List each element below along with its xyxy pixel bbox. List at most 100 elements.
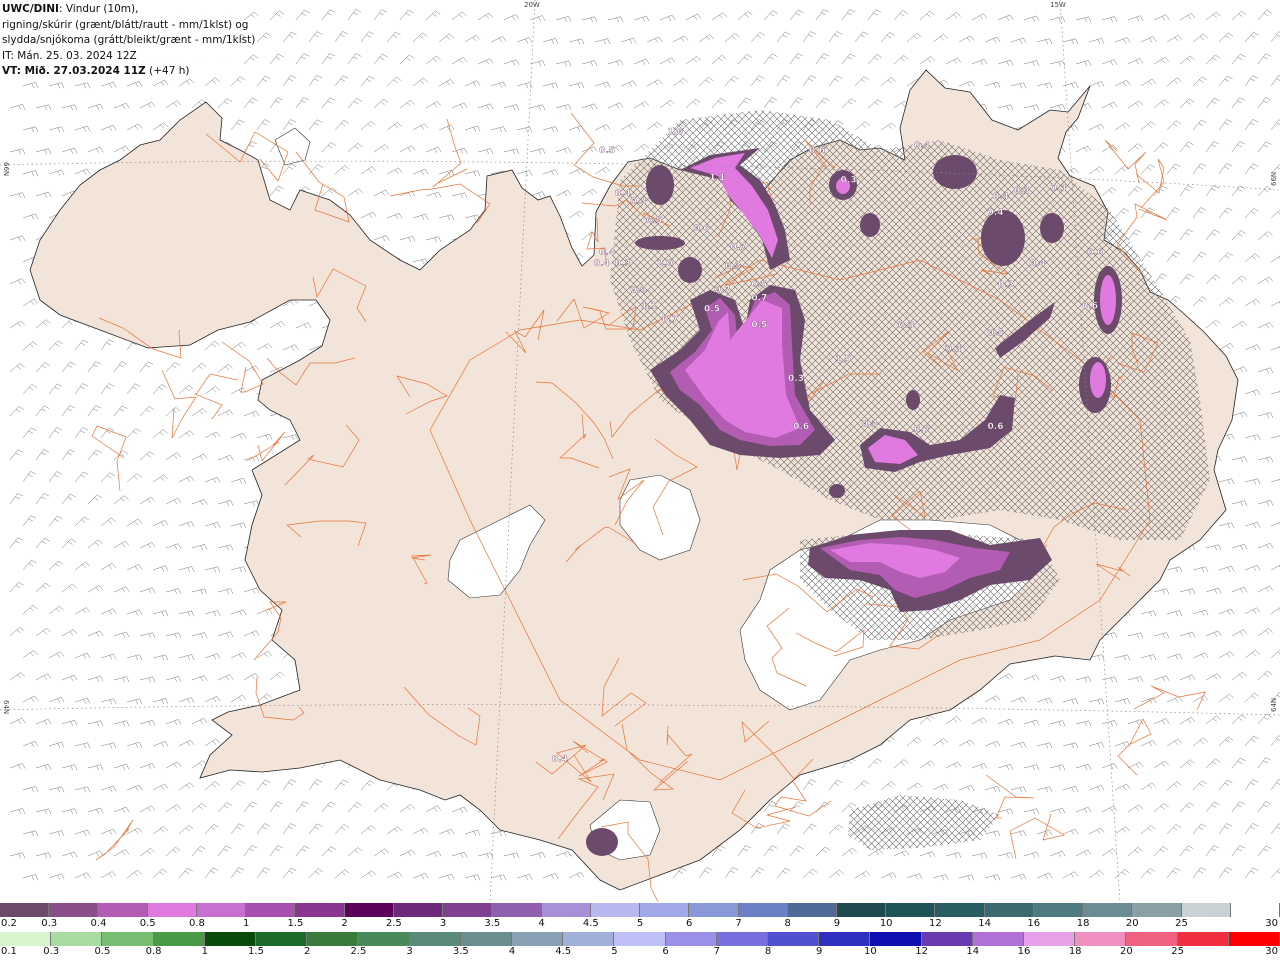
legend-label: 2 <box>341 918 348 929</box>
legend-swatch <box>196 903 247 917</box>
legend-swatch <box>98 903 148 917</box>
legend-swatch <box>49 903 99 917</box>
legend-label: 4.5 <box>582 918 599 929</box>
title-line-2: rigning/skúrir (grænt/blátt/rautt - mm/1… <box>2 18 249 31</box>
legend-label: 14 <box>966 946 980 957</box>
legend-label: 16 <box>1027 918 1041 929</box>
legend-swatch <box>836 903 887 917</box>
legend-swatch <box>590 903 641 917</box>
precip-label: 0.7 <box>751 294 767 304</box>
legend-swatch <box>614 932 666 946</box>
legend-swatch <box>1126 932 1178 946</box>
precip-label: 0.4 <box>993 192 1009 202</box>
initial-time: IT: Mán. 25. 03. 2024 12Z <box>2 49 137 62</box>
weather-map: 1.60.5 0.60.41.1 0.30.3 0.30.40.40.30.40.60… <box>0 0 1280 902</box>
legend-label: 0.8 <box>188 918 205 929</box>
precip-label: 1.1 <box>641 302 657 312</box>
rain-legend-labels: 0.2 0.3 0.4 0.5 0.8 1 1.5 2 2.5 3 3.5 4 4.5 5 6 7 8 9 10 12… <box>0 918 1280 931</box>
legend-swatch <box>51 932 103 946</box>
model-name: UWC/DINI <box>2 3 59 15</box>
legend-label: 5 <box>636 918 644 929</box>
snow-legend-labels: 0.1 0.3 0.5 0.8 1 1.5 2 2.5 3 3.5 4 4.5 5 6 7 8 9 10 12 14 1… <box>0 946 1280 959</box>
title-line-3: slydda/snjókoma (grátt/bleikt/grænt - mm… <box>2 34 256 46</box>
forecast-offset: (+47 h) <box>145 65 190 77</box>
precip-label: 0.3 <box>841 176 857 186</box>
precip-label: 0.6 <box>1087 248 1103 258</box>
legend-label: 0.3 <box>41 918 58 929</box>
snow-color-legend <box>0 932 1280 946</box>
legend-label: 18 <box>1076 918 1090 929</box>
precip-label: 0.3 <box>725 261 741 271</box>
precip-label: 0.4 <box>1030 259 1046 269</box>
precip-label: 0.5 <box>751 320 767 330</box>
legend-label: 0.5 <box>94 946 111 957</box>
precip-label: 0.4 <box>599 248 615 258</box>
precip-label: 0.3 <box>1051 184 1067 194</box>
precip-label: 0.5 <box>988 328 1004 338</box>
map-info-box: UWC/DINI: Vindur (10m), rigning/skúrir (… <box>0 0 256 77</box>
legend-label: 7 <box>735 918 742 929</box>
precip-label: 0.3 <box>998 280 1014 290</box>
legend-label: 30 <box>1265 946 1278 957</box>
legend-label: 25 <box>1175 918 1188 929</box>
legend-label: 18 <box>1068 946 1082 957</box>
precip-label: 1.1 <box>709 173 725 183</box>
legend-label: 2.5 <box>385 918 402 929</box>
legend-label: 12 <box>929 918 942 929</box>
legend-swatch <box>492 903 542 917</box>
legend-label: 0.5 <box>139 918 156 929</box>
legend-swatch <box>358 932 410 946</box>
legend-swatch <box>1177 932 1229 946</box>
title-line-1: : Vindur (10m), <box>58 3 139 15</box>
precip-label: 0.7 <box>715 286 731 296</box>
legend-label: 6 <box>686 918 693 929</box>
legend-swatch <box>563 932 615 946</box>
legend-label: 1.5 <box>287 918 304 929</box>
lon-label-20w: 20W <box>524 1 540 9</box>
valid-time: VT: Mið. 27.03.2024 11Z <box>2 65 146 77</box>
precip-label: 0.7 <box>662 315 678 325</box>
legend-label: 3.5 <box>452 946 469 957</box>
precip-label: 0.6 <box>809 146 825 156</box>
legend-label: 16 <box>1017 946 1031 957</box>
legend-label: 1 <box>201 946 208 957</box>
legend-label: 3 <box>439 918 447 929</box>
lat-label-66n-right: 66N <box>1270 171 1278 186</box>
legend-label: 4 <box>538 918 545 929</box>
legend-label: 3 <box>406 946 413 957</box>
precip-label: 0.3 <box>788 374 804 384</box>
legend-label: 0.3 <box>43 946 60 957</box>
legend-label: 0.8 <box>145 946 162 957</box>
precip-label: 0.3 <box>615 259 631 269</box>
precip-label: 0.5 <box>704 304 720 314</box>
precip-label: 0.7 <box>730 243 746 253</box>
precip-label: 0.5 <box>599 146 615 156</box>
lat-label-66n-left: 66N <box>2 162 10 177</box>
legend-swatch <box>1230 903 1280 917</box>
precip-label: 0.7 <box>914 425 930 435</box>
lon-label-15w: 15W <box>1050 1 1066 9</box>
legend-swatch <box>984 903 1034 917</box>
precip-label: 2.0 <box>657 259 673 269</box>
legend-label: 4 <box>508 946 516 957</box>
legend-swatch <box>640 903 690 917</box>
precip-label: 0.6 <box>988 422 1004 432</box>
legend-swatch <box>819 932 871 946</box>
legend-swatch <box>0 932 52 946</box>
legend-swatch <box>1228 932 1280 946</box>
legend-label: 6 <box>662 946 669 957</box>
legend-label: 14 <box>978 918 991 929</box>
legend-label: 9 <box>816 946 823 957</box>
legend-label: 30 <box>1265 918 1278 929</box>
precip-label: 0.4 <box>594 259 610 269</box>
legend-swatch <box>689 903 739 917</box>
legend-swatch <box>1024 932 1076 946</box>
legend-swatch <box>0 903 50 917</box>
legend-swatch <box>870 932 922 946</box>
legend-swatch <box>541 903 591 917</box>
legend-label: 0.2 <box>1 918 17 929</box>
precip-label: 0.3 <box>862 420 878 430</box>
legend-swatch <box>443 903 493 917</box>
legend-label: 1.5 <box>248 946 264 957</box>
legend-swatch <box>409 932 461 946</box>
